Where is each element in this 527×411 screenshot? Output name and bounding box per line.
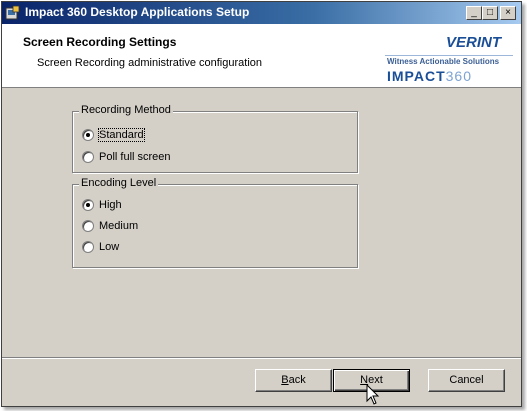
radio-poll-full-screen-label: Poll full screen bbox=[99, 151, 171, 163]
title-bar[interactable]: Impact 360 Desktop Applications Setup _ … bbox=[2, 2, 521, 24]
radio-poll-full-screen[interactable]: Poll full screen bbox=[82, 149, 171, 165]
back-label: ack bbox=[288, 374, 306, 386]
logo-product-number: 360 bbox=[445, 68, 472, 84]
recording-method-label: Recording Method bbox=[79, 104, 173, 116]
logo-brand: VERINT bbox=[445, 34, 501, 51]
radio-medium-label: Medium bbox=[99, 220, 139, 232]
radio-selected-icon bbox=[82, 199, 94, 211]
radio-medium[interactable]: Medium bbox=[82, 218, 138, 234]
minimize-icon: _ bbox=[471, 7, 477, 18]
cancel-button[interactable]: Cancel bbox=[428, 369, 505, 392]
radio-unselected-icon bbox=[82, 151, 94, 163]
logo-product: IMPACT360 bbox=[387, 68, 472, 84]
maximize-icon: □ bbox=[486, 7, 494, 18]
encoding-level-label: Encoding Level bbox=[79, 177, 159, 189]
recording-method-group: Recording Method Standard Poll full scre… bbox=[72, 104, 358, 173]
back-mnemonic: B bbox=[281, 374, 289, 386]
wizard-header: Screen Recording Settings Screen Recordi… bbox=[2, 24, 521, 88]
close-button[interactable]: × bbox=[500, 6, 516, 20]
radio-standard[interactable]: Standard bbox=[82, 127, 145, 143]
verint-impact360-logo: VERINT Witness Actionable Solutions IMPA… bbox=[385, 32, 515, 84]
radio-selected-icon bbox=[82, 129, 94, 141]
cancel-label: Cancel bbox=[449, 374, 484, 386]
close-icon: × bbox=[505, 7, 511, 18]
radio-high-label: High bbox=[99, 199, 122, 211]
setup-window: Impact 360 Desktop Applications Setup _ … bbox=[1, 1, 522, 407]
logo-slogan: Witness Actionable Solutions bbox=[387, 57, 500, 66]
mouse-pointer-icon bbox=[366, 384, 380, 405]
radio-high[interactable]: High bbox=[82, 197, 122, 213]
back-button[interactable]: Back bbox=[255, 369, 332, 392]
page-title: Screen Recording Settings bbox=[23, 35, 177, 49]
window-title: Impact 360 Desktop Applications Setup bbox=[25, 5, 250, 19]
radio-low-label: Low bbox=[99, 241, 120, 253]
footer-divider bbox=[2, 357, 521, 359]
radio-unselected-icon bbox=[82, 220, 94, 232]
encoding-level-group: Encoding Level High Medium Low bbox=[72, 177, 358, 268]
installer-icon bbox=[5, 5, 20, 20]
page-subtitle: Screen Recording administrative configur… bbox=[37, 57, 263, 69]
radio-standard-label: Standard bbox=[98, 128, 145, 142]
maximize-button[interactable]: □ bbox=[482, 6, 498, 20]
logo-divider bbox=[385, 55, 513, 56]
radio-low[interactable]: Low bbox=[82, 239, 119, 255]
minimize-button[interactable]: _ bbox=[466, 6, 482, 20]
radio-unselected-icon bbox=[82, 241, 94, 253]
logo-product-word: IMPACT bbox=[387, 68, 446, 84]
